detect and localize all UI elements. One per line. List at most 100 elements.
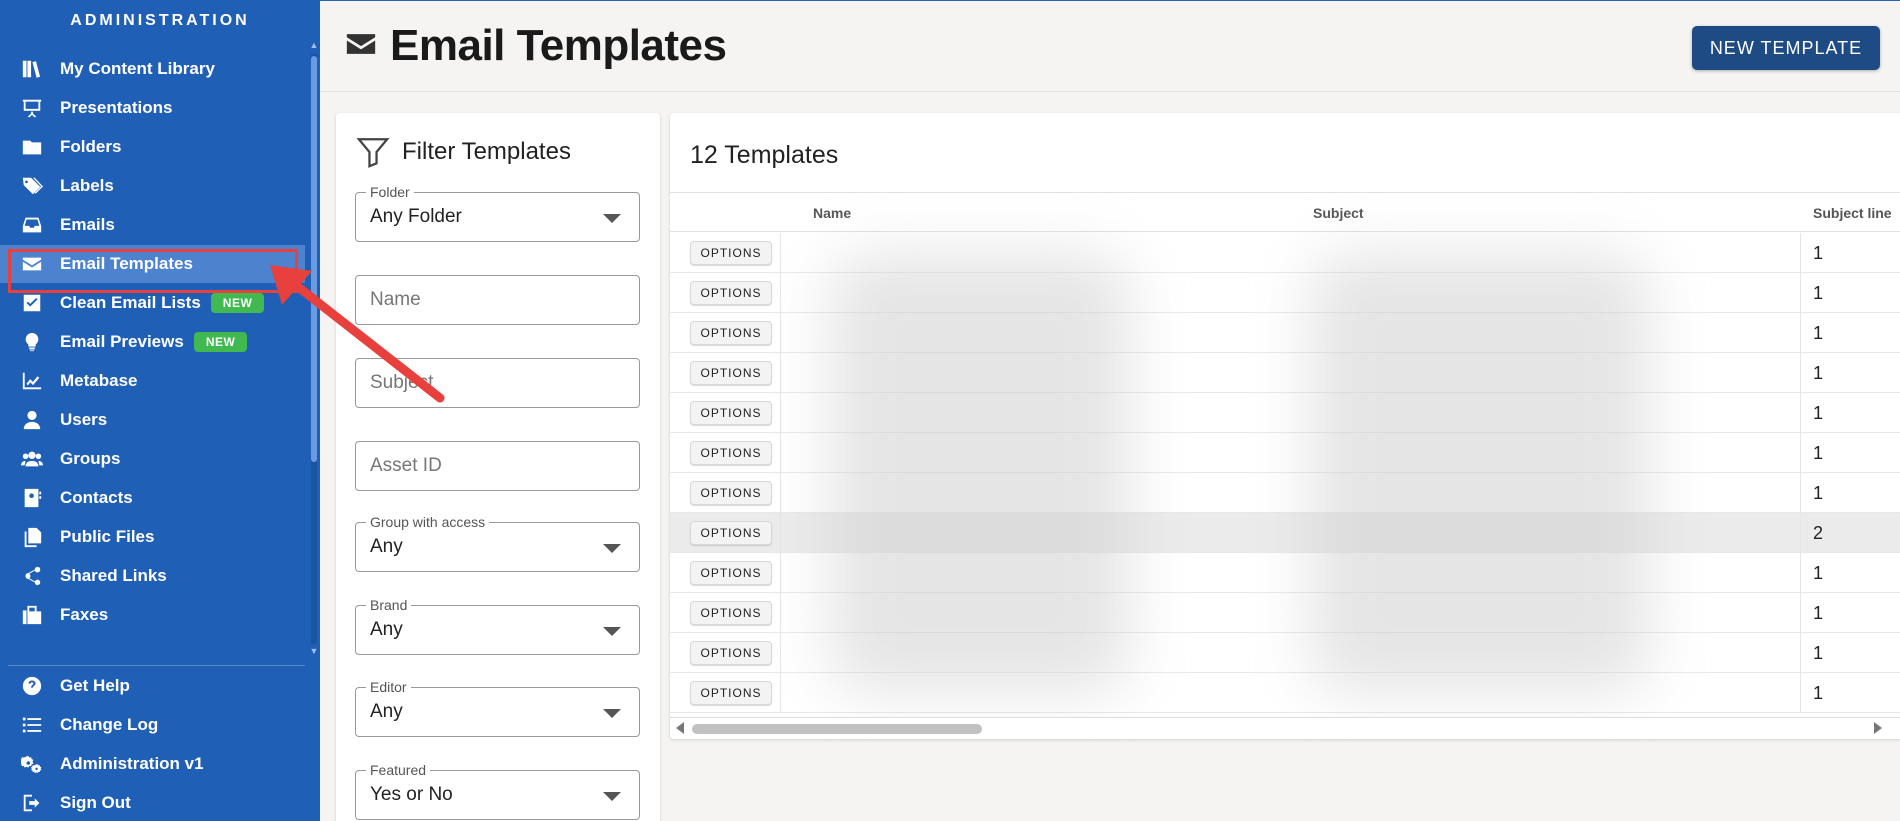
options-button[interactable]: OPTIONS (690, 401, 772, 425)
sidebar-item-labels[interactable]: Labels (0, 167, 305, 205)
address-book-icon (20, 486, 44, 510)
options-button[interactable]: OPTIONS (690, 281, 772, 305)
horizontal-scrollbar[interactable] (670, 717, 1900, 737)
editor-label: Editor (366, 679, 411, 695)
sidebar-item-presentations[interactable]: Presentations (0, 89, 305, 127)
editor-select[interactable]: Editor Any (355, 679, 640, 737)
brand-value: Any (370, 619, 403, 640)
tags-icon (20, 174, 44, 198)
chevron-down-icon (603, 544, 621, 553)
cell-divider (1800, 393, 1801, 433)
sidebar-item-label: Email Previews (60, 332, 184, 351)
templates-table-panel: 12 Templates Name Subject Subject line O… (670, 113, 1900, 739)
sidebar-item-folders[interactable]: Folders (0, 128, 305, 166)
brand-label: Brand (366, 597, 412, 613)
cell-divider (780, 233, 781, 273)
folder-label: Folder (366, 184, 414, 200)
options-button[interactable]: OPTIONS (690, 441, 772, 465)
folder-select[interactable]: Folder Any Folder (355, 184, 640, 242)
options-button[interactable]: OPTIONS (690, 241, 772, 265)
scroll-left-arrow-icon[interactable] (676, 722, 684, 734)
highlight-box (8, 249, 298, 293)
featured-select[interactable]: Featured Yes or No (355, 762, 640, 820)
cell-divider (1800, 353, 1801, 393)
featured-label: Featured (366, 762, 431, 778)
sidebar-item-label: Labels (60, 176, 114, 195)
sidebar-item-label: Faxes (60, 605, 109, 624)
sidebar: ADMINISTRATION My Content Library Present… (0, 0, 320, 821)
options-button[interactable]: OPTIONS (690, 481, 772, 505)
sidebar-item-label: Get Help (60, 676, 130, 695)
options-button[interactable]: OPTIONS (690, 321, 772, 345)
column-header-subject[interactable]: Subject (1313, 205, 1364, 221)
column-header-subject-line[interactable]: Subject line (1813, 205, 1892, 221)
filter-title: Filter Templates (356, 135, 571, 169)
sidebar-item-shared-links[interactable]: Shared Links (0, 557, 305, 595)
annotation-arrow-icon (270, 265, 445, 403)
scroll-down-arrow-icon[interactable]: ▼ (309, 646, 319, 656)
sidebar-item-change-log[interactable]: Change Log (0, 706, 305, 744)
subject-line-count: 1 (1813, 603, 1824, 623)
gears-icon (20, 752, 44, 776)
filter-panel: Filter Templates Folder Any Folder Name … (336, 113, 660, 821)
options-button[interactable]: OPTIONS (690, 361, 772, 385)
options-button[interactable]: OPTIONS (690, 641, 772, 665)
options-button[interactable]: OPTIONS (690, 681, 772, 705)
sidebar-item-label: My Content Library (60, 59, 215, 78)
horizontal-scrollbar-thumb[interactable] (692, 724, 982, 734)
cell-divider (780, 473, 781, 513)
sidebar-item-my-content-library[interactable]: My Content Library (0, 50, 305, 88)
sidebar-item-groups[interactable]: Groups (0, 440, 305, 478)
brand-select[interactable]: Brand Any (355, 597, 640, 655)
sidebar-item-label: Administration v1 (60, 754, 204, 773)
users-icon (20, 447, 44, 471)
subject-line-count: 1 (1813, 243, 1824, 263)
subject-line-count: 1 (1813, 403, 1824, 423)
new-template-button[interactable]: NEW TEMPLATE (1692, 26, 1880, 70)
sidebar-item-get-help[interactable]: Get Help (0, 667, 305, 705)
fax-icon (20, 603, 44, 627)
sidebar-item-emails[interactable]: Emails (0, 206, 305, 244)
cell-divider (780, 433, 781, 473)
sidebar-item-public-files[interactable]: Public Files (0, 518, 305, 556)
sidebar-item-label: Users (60, 410, 108, 429)
cell-divider (1800, 313, 1801, 353)
scroll-right-arrow-icon[interactable] (1874, 722, 1882, 734)
column-header-name[interactable]: Name (813, 205, 851, 221)
cell-divider (1800, 273, 1801, 313)
subject-line-count: 1 (1813, 563, 1824, 583)
subject-line-count: 1 (1813, 683, 1824, 703)
scroll-up-arrow-icon[interactable]: ▲ (309, 40, 319, 50)
sidebar-item-label: Clean Email Lists (60, 293, 201, 312)
cell-divider (780, 633, 781, 673)
options-button[interactable]: OPTIONS (690, 601, 772, 625)
subject-line-count: 1 (1813, 283, 1824, 303)
options-button[interactable]: OPTIONS (690, 521, 772, 545)
sidebar-item-label: Contacts (60, 488, 133, 507)
user-icon (20, 408, 44, 432)
cell-divider (780, 513, 781, 553)
featured-value: Yes or No (370, 784, 453, 805)
sidebar-item-administration-v1[interactable]: Administration v1 (0, 745, 305, 783)
cell-divider (1800, 513, 1801, 553)
group-label: Group with access (366, 514, 490, 530)
subject-line-count: 2 (1813, 523, 1824, 543)
group-select[interactable]: Group with access Any (355, 514, 640, 572)
group-value: Any (370, 536, 403, 557)
sidebar-item-contacts[interactable]: Contacts (0, 479, 305, 517)
cell-divider (780, 273, 781, 313)
options-button[interactable]: OPTIONS (690, 561, 772, 585)
library-icon (20, 57, 44, 81)
chevron-down-icon (603, 214, 621, 223)
sidebar-item-faxes[interactable]: Faxes (0, 596, 305, 634)
filter-icon (356, 138, 390, 168)
sidebar-item-label: Emails (60, 215, 115, 234)
lightbulb-icon (20, 330, 44, 354)
envelope-icon (344, 27, 378, 66)
folder-icon (20, 135, 44, 159)
main-header: Email Templates NEW TEMPLATE (320, 0, 1900, 92)
sidebar-item-sign-out[interactable]: Sign Out (0, 784, 305, 821)
cell-divider (1800, 433, 1801, 473)
redacted-names (830, 253, 1130, 693)
asset-id-input[interactable]: Asset ID (355, 441, 640, 491)
